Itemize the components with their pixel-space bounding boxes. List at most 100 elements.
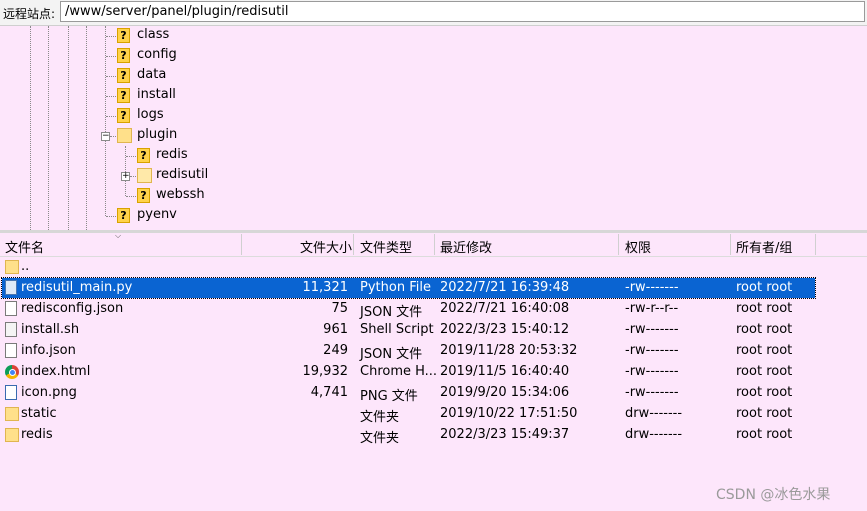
column-divider[interactable]	[434, 234, 435, 255]
tree-item-label: class	[137, 27, 170, 42]
tree-guide-line	[48, 26, 49, 230]
tree-item-label: data	[137, 67, 167, 82]
column-header-permissions[interactable]: 权限	[625, 237, 651, 256]
file-owner: root root	[736, 280, 793, 295]
file-row-icon-png[interactable]: icon.png 4,741 PNG 文件 2019/9/20 15:34:06…	[0, 383, 867, 404]
file-type: Python File	[360, 280, 431, 295]
unknown-folder-icon: ?	[117, 28, 130, 43]
column-header-size[interactable]: 文件大小	[300, 237, 352, 256]
file-modified: 2022/7/21 16:39:48	[440, 280, 570, 295]
tree-guide-line	[86, 26, 87, 230]
chrome-icon	[5, 365, 19, 379]
file-row-install-sh[interactable]: install.sh 961 Shell Script 2022/3/23 15…	[0, 320, 867, 341]
python-file-icon	[5, 280, 17, 295]
file-name: install.sh	[21, 322, 80, 337]
file-modified: 2022/3/23 15:49:37	[440, 427, 570, 442]
tree-guide-line	[105, 26, 106, 216]
unknown-folder-icon: ?	[117, 48, 130, 63]
file-size: 249	[323, 343, 348, 358]
file-row-redis[interactable]: redis 文件夹 2022/3/23 15:49:37 drw------- …	[0, 425, 867, 446]
column-divider[interactable]	[815, 234, 816, 255]
watermark: CSDN @冰色水果	[716, 487, 831, 503]
file-row-redisconfig-json[interactable]: redisconfig.json 75 JSON 文件 2022/7/21 16…	[0, 299, 867, 320]
tree-item-label: redisutil	[156, 167, 209, 182]
column-divider[interactable]	[353, 234, 354, 255]
file-permissions: -rw-------	[625, 280, 679, 295]
expand-toggle-icon[interactable]: +	[121, 172, 130, 181]
file-modified: 2022/7/21 16:40:08	[440, 301, 570, 316]
file-name: redisutil_main.py	[21, 280, 133, 295]
file-name: redis	[21, 427, 53, 442]
file-type: Shell Script	[360, 322, 434, 337]
file-owner: root root	[736, 406, 793, 421]
file-name: index.html	[21, 364, 91, 379]
tree-guide-line	[30, 26, 31, 230]
file-type: 文件夹	[360, 410, 400, 425]
file-size: 4,741	[310, 385, 348, 400]
file-permissions: -rw-------	[625, 364, 679, 379]
column-header-name[interactable]: 文件名	[5, 237, 44, 256]
file-row-index-html[interactable]: index.html 19,932 Chrome H... 2019/11/5 …	[0, 362, 867, 383]
file-modified: 2019/11/28 20:53:32	[440, 343, 578, 358]
file-permissions: -rw-------	[625, 385, 679, 400]
remote-site-label: 远程站点:	[3, 7, 56, 21]
directory-tree: ? class ? config ? data ? install ? logs…	[0, 26, 867, 230]
tree-branch-line	[106, 216, 116, 217]
file-owner: root root	[736, 301, 793, 316]
file-modified: 2019/9/20 15:34:06	[440, 385, 570, 400]
remote-path-input[interactable]: /www/server/panel/plugin/redisutil	[60, 1, 865, 22]
file-owner: root root	[736, 364, 793, 379]
tree-item-label: plugin	[137, 127, 178, 142]
tree-branch-line	[106, 36, 116, 37]
file-icon	[5, 301, 17, 316]
unknown-folder-icon: ?	[117, 88, 130, 103]
file-permissions: drw-------	[625, 406, 683, 421]
file-row-info-json[interactable]: info.json 249 JSON 文件 2019/11/28 20:53:3…	[0, 341, 867, 362]
file-modified: 2019/10/22 17:51:50	[440, 406, 578, 421]
collapse-toggle-icon[interactable]: −	[101, 132, 110, 141]
file-size: 75	[331, 301, 348, 316]
column-divider[interactable]	[730, 234, 731, 255]
file-list-header: ⌵ 文件名 文件大小 文件类型 最近修改 权限 所有者/组	[0, 231, 867, 257]
file-type: Chrome H...	[360, 364, 438, 379]
folder-icon	[117, 128, 132, 143]
file-size: 11,321	[302, 280, 349, 295]
tree-branch-line	[106, 116, 116, 117]
tree-branch-line	[106, 56, 116, 57]
tree-branch-line	[110, 136, 116, 137]
file-row-redisutil-main-py[interactable]: redisutil_main.py 11,321 Python File 202…	[0, 277, 867, 299]
file-name: info.json	[21, 343, 76, 358]
unknown-folder-icon: ?	[117, 108, 130, 123]
column-header-owner[interactable]: 所有者/组	[736, 237, 792, 256]
unknown-folder-icon: ?	[117, 68, 130, 83]
file-permissions: -rw-r--r--	[625, 301, 679, 316]
file-name: icon.png	[21, 385, 77, 400]
unknown-folder-icon: ?	[117, 208, 130, 223]
column-header-type[interactable]: 文件类型	[360, 237, 412, 256]
file-type: PNG 文件	[360, 389, 418, 404]
tree-item-label: redis	[156, 147, 188, 162]
file-name: ..	[21, 259, 30, 274]
file-permissions: drw-------	[625, 427, 683, 442]
tree-item-label: install	[137, 87, 176, 102]
file-row-static[interactable]: static 文件夹 2019/10/22 17:51:50 drw------…	[0, 404, 867, 425]
tree-item-label: logs	[137, 107, 164, 122]
file-row-parent[interactable]: ..	[0, 257, 867, 278]
file-size: 961	[323, 322, 348, 337]
column-header-modified[interactable]: 最近修改	[440, 237, 492, 256]
tree-branch-line	[126, 196, 136, 197]
file-icon	[5, 343, 17, 358]
file-owner: root root	[736, 322, 793, 337]
column-divider[interactable]	[241, 234, 242, 255]
unknown-folder-icon: ?	[137, 148, 150, 163]
file-permissions: -rw-------	[625, 343, 679, 358]
column-divider[interactable]	[618, 234, 619, 255]
tree-item-label: config	[137, 47, 177, 62]
folder-icon	[5, 428, 19, 442]
file-permissions: -rw-------	[625, 322, 679, 337]
unknown-folder-icon: ?	[137, 188, 150, 203]
file-type: JSON 文件	[360, 347, 423, 362]
file-owner: root root	[736, 427, 793, 442]
image-file-icon	[5, 385, 17, 400]
open-folder-icon	[137, 168, 152, 183]
